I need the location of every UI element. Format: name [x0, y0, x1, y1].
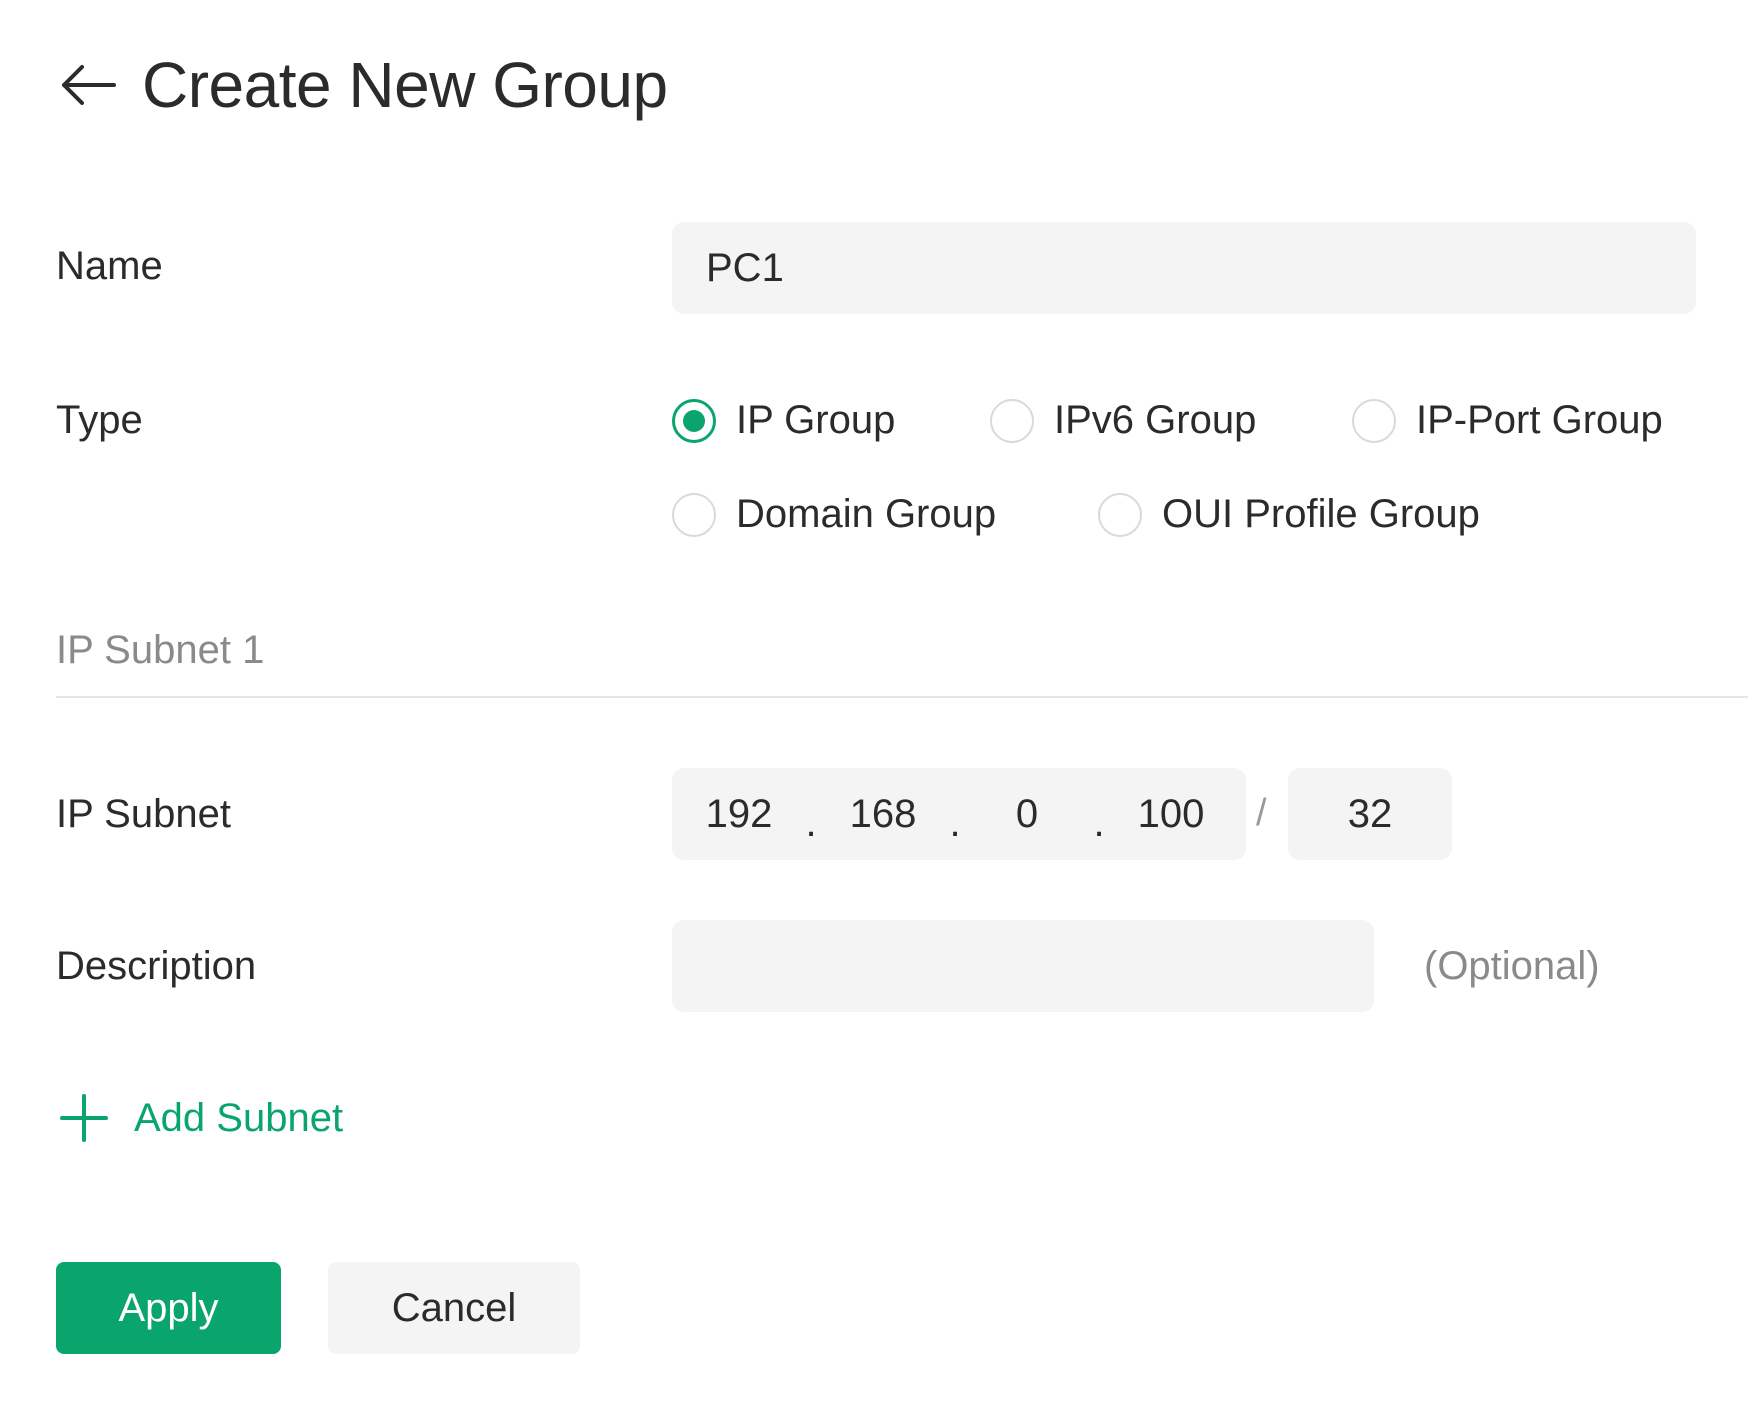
section-title: IP Subnet 1 — [56, 628, 265, 672]
radio-unchecked-icon — [1098, 492, 1142, 537]
type-label: Type — [56, 398, 143, 442]
plus-icon — [60, 1094, 108, 1142]
radio-label: OUI Profile Group — [1162, 492, 1480, 536]
ip-dot: . — [1093, 800, 1105, 845]
description-field[interactable] — [672, 920, 1374, 1012]
subnet-mask-field[interactable]: 32 — [1288, 768, 1452, 860]
mask-separator: / — [1256, 792, 1267, 834]
ip-octet-1[interactable] — [684, 791, 794, 837]
radio-label: IP Group — [736, 398, 896, 442]
ip-dot: . — [805, 800, 817, 845]
create-group-page: Create New Group Name Type IP Group IPv6… — [0, 0, 1748, 1428]
radio-unchecked-icon — [672, 492, 716, 537]
radio-checked-icon — [672, 398, 716, 443]
add-subnet-label: Add Subnet — [134, 1095, 344, 1140]
add-subnet-button[interactable]: Add Subnet — [60, 1094, 343, 1142]
radio-ip-group[interactable]: IP Group — [672, 398, 895, 443]
ip-octet-2[interactable] — [828, 791, 938, 837]
name-field[interactable] — [672, 222, 1696, 314]
radio-ip-port-group[interactable]: IP-Port Group — [1352, 398, 1663, 443]
ip-octet-3[interactable] — [972, 791, 1082, 837]
radio-ipv6-group[interactable]: IPv6 Group — [990, 398, 1256, 443]
radio-label: IPv6 Group — [1054, 398, 1257, 442]
radio-label: Domain Group — [736, 492, 997, 536]
page-header: Create New Group — [56, 40, 668, 130]
radio-unchecked-icon — [1352, 398, 1396, 443]
subnet-mask-value: 32 — [1347, 791, 1393, 836]
ip-octet-4[interactable] — [1116, 791, 1226, 837]
radio-unchecked-icon — [990, 398, 1034, 443]
ip-address-field: . . . — [672, 768, 1246, 860]
radio-label: IP-Port Group — [1416, 398, 1663, 442]
optional-hint: (Optional) — [1424, 944, 1600, 988]
name-input[interactable] — [706, 245, 1662, 291]
arrow-left-icon[interactable] — [56, 53, 120, 117]
ip-subnet-label: IP Subnet — [56, 792, 231, 836]
description-label: Description — [56, 944, 257, 988]
name-label: Name — [56, 244, 163, 288]
cancel-button[interactable]: Cancel — [328, 1262, 580, 1354]
radio-oui-profile-group[interactable]: OUI Profile Group — [1098, 492, 1480, 537]
ip-dot: . — [949, 800, 961, 845]
apply-button[interactable]: Apply — [56, 1262, 281, 1354]
radio-domain-group[interactable]: Domain Group — [672, 492, 996, 537]
section-divider — [56, 696, 1748, 698]
page-title: Create New Group — [142, 49, 668, 121]
